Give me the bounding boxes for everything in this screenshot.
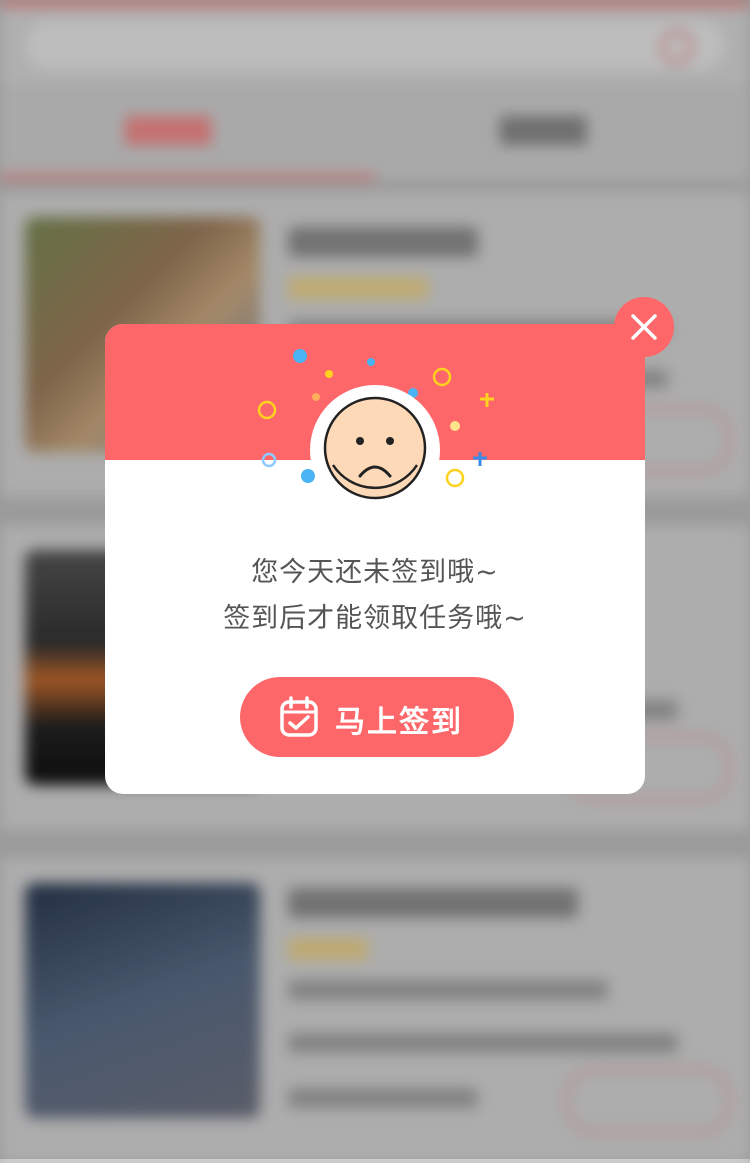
modal-message-line2: 签到后才能领取任务哦~ <box>223 603 527 634</box>
close-button[interactable] <box>614 297 674 357</box>
checkin-button-label: 马上签到 <box>335 706 463 739</box>
avatar <box>310 385 440 515</box>
modal-message-line1: 您今天还未签到哦~ <box>251 557 499 588</box>
close-icon <box>631 314 657 340</box>
calendar-check-icon <box>280 696 318 737</box>
sad-face-icon <box>323 396 427 500</box>
checkin-button[interactable]: 马上签到 <box>240 677 514 757</box>
